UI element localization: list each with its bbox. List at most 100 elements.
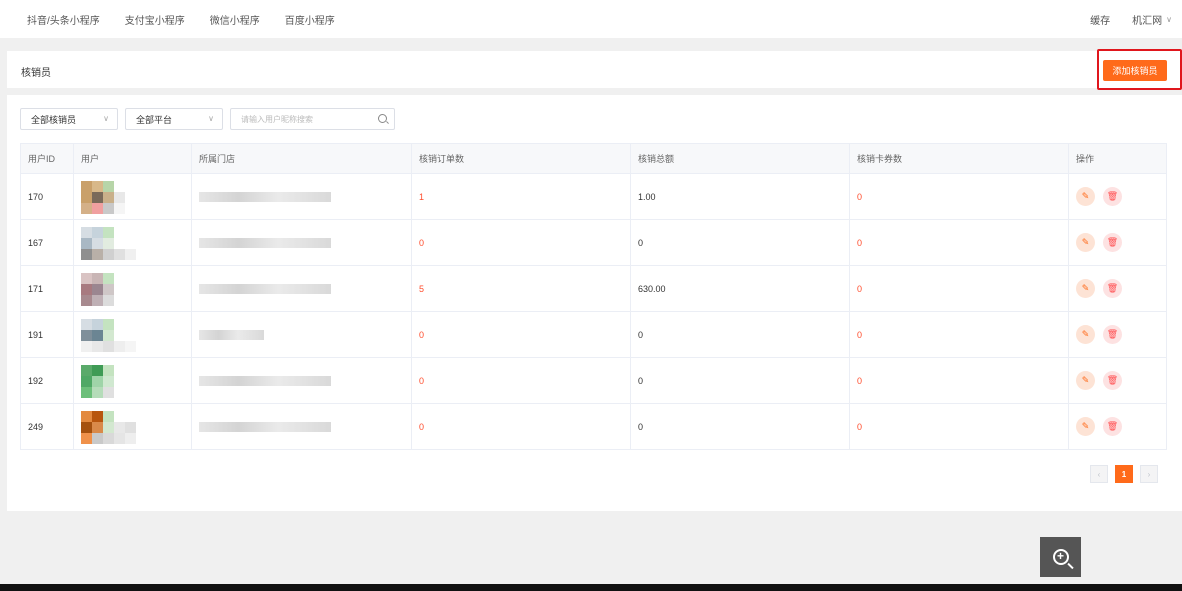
delete-icon[interactable]: 🗑 (1103, 279, 1122, 298)
store-cell (191, 311, 412, 358)
row-actions: ✎ 🗑 (1076, 233, 1166, 252)
delete-icon[interactable]: 🗑 (1103, 417, 1122, 436)
platform-nav: 抖音/头条小程序 支付宝小程序 微信小程序 百度小程序 (27, 12, 360, 27)
chevron-down-icon: ∨ (208, 114, 214, 123)
delete-icon[interactable]: 🗑 (1103, 371, 1122, 390)
delete-icon[interactable]: 🗑 (1103, 187, 1122, 206)
avatar (81, 180, 136, 214)
store-name-blurred (199, 283, 331, 294)
store-cell (191, 265, 412, 312)
store-name-blurred (199, 375, 331, 386)
role-select[interactable]: 全部核销员 ∨ (20, 108, 118, 130)
store-cell (191, 357, 412, 404)
avatar (81, 272, 136, 306)
user-id-cell: 249 (20, 403, 74, 450)
avatar (81, 364, 136, 398)
row-actions: ✎ 🗑 (1076, 279, 1166, 298)
total-cell: 0 (630, 357, 850, 404)
nav-item-douyin[interactable]: 抖音/头条小程序 (27, 12, 100, 27)
edit-icon[interactable]: ✎ (1076, 417, 1095, 436)
store-name-blurred (199, 329, 264, 340)
table-row: 171 5 630.00 0 ✎ 🗑 (20, 265, 1167, 312)
top-nav: 抖音/头条小程序 支付宝小程序 微信小程序 百度小程序 缓存 机汇网 ∨ (0, 0, 1182, 38)
platform-select[interactable]: 全部平台 ∨ (125, 108, 223, 130)
page-title: 核销员 (21, 68, 51, 79)
actions-cell: ✎ 🗑 (1068, 403, 1167, 450)
next-page-button[interactable]: › (1140, 465, 1158, 483)
orders-cell: 1 (411, 173, 631, 220)
actions-cell: ✎ 🗑 (1068, 265, 1167, 312)
store-name-blurred (199, 421, 331, 432)
table-row: 167 0 0 0 ✎ 🗑 (20, 219, 1167, 266)
cache-link[interactable]: 缓存 (1090, 12, 1110, 27)
user-id-cell: 170 (20, 173, 74, 220)
verifier-table: 用户ID 用户 所属门店 核销订单数 核销总额 核销卡券数 操作 170 1 1.0… (20, 143, 1167, 450)
user-cell (73, 403, 192, 450)
table-row: 191 0 0 0 ✎ 🗑 (20, 311, 1167, 358)
cards-cell: 0 (849, 403, 1069, 450)
user-id-cell: 192 (20, 357, 74, 404)
orders-cell: 0 (411, 403, 631, 450)
nav-item-wechat[interactable]: 微信小程序 (210, 12, 260, 27)
col-user-id: 用户ID (20, 143, 74, 174)
table-header-row: 用户ID 用户 所属门店 核销订单数 核销总额 核销卡券数 操作 (20, 143, 1167, 174)
row-actions: ✎ 🗑 (1076, 187, 1166, 206)
actions-cell: ✎ 🗑 (1068, 357, 1167, 404)
add-verifier-button[interactable]: 添加核销员 (1103, 60, 1167, 81)
pagination: ‹ 1 › (1090, 465, 1158, 483)
page-1-button[interactable]: 1 (1115, 465, 1133, 483)
table-row: 170 1 1.00 0 ✎ 🗑 (20, 173, 1167, 220)
edit-icon[interactable]: ✎ (1076, 325, 1095, 344)
zoom-in-icon: + (1052, 549, 1069, 565)
table-row: 249 0 0 0 ✎ 🗑 (20, 403, 1167, 450)
row-actions: ✎ 🗑 (1076, 371, 1166, 390)
user-cell (73, 219, 192, 266)
chevron-down-icon: ∨ (103, 114, 109, 123)
total-cell: 1.00 (630, 173, 850, 220)
col-user: 用户 (73, 143, 192, 174)
total-cell: 0 (630, 219, 850, 266)
search-icon[interactable] (378, 114, 387, 123)
role-select-value: 全部核销员 (31, 114, 77, 125)
table-row: 192 0 0 0 ✎ 🗑 (20, 357, 1167, 404)
nav-item-baidu[interactable]: 百度小程序 (285, 12, 335, 27)
delete-icon[interactable]: 🗑 (1103, 233, 1122, 252)
store-name-blurred (199, 237, 331, 248)
user-id-cell: 191 (20, 311, 74, 358)
orders-cell: 5 (411, 265, 631, 312)
row-actions: ✎ 🗑 (1076, 417, 1166, 436)
col-store: 所属门店 (191, 143, 412, 174)
store-name-blurred (199, 191, 331, 202)
edit-icon[interactable]: ✎ (1076, 279, 1095, 298)
actions-cell: ✎ 🗑 (1068, 173, 1167, 220)
cards-cell: 0 (849, 357, 1069, 404)
avatar (81, 410, 136, 444)
top-right-menu: 缓存 机汇网 ∨ (1090, 12, 1172, 27)
platform-select-value: 全部平台 (136, 114, 173, 125)
cards-cell: 0 (849, 219, 1069, 266)
user-id-cell: 167 (20, 219, 74, 266)
bottom-bar (0, 584, 1182, 591)
store-cell (191, 219, 412, 266)
user-cell (73, 173, 192, 220)
search-input[interactable] (231, 114, 371, 124)
user-id-cell: 171 (20, 265, 74, 312)
edit-icon[interactable]: ✎ (1076, 371, 1095, 390)
user-menu[interactable]: 机汇网 (1132, 12, 1162, 27)
total-cell: 630.00 (630, 265, 850, 312)
edit-icon[interactable]: ✎ (1076, 233, 1095, 252)
user-cell (73, 357, 192, 404)
nav-item-alipay[interactable]: 支付宝小程序 (125, 12, 185, 27)
chevron-down-icon: ∨ (1166, 15, 1172, 24)
prev-page-button[interactable]: ‹ (1090, 465, 1108, 483)
store-cell (191, 403, 412, 450)
total-cell: 0 (630, 311, 850, 358)
orders-cell: 0 (411, 311, 631, 358)
col-actions: 操作 (1068, 143, 1167, 174)
delete-icon[interactable]: 🗑 (1103, 325, 1122, 344)
orders-cell: 0 (411, 219, 631, 266)
user-cell (73, 265, 192, 312)
zoom-in-button[interactable]: + (1040, 537, 1081, 577)
edit-icon[interactable]: ✎ (1076, 187, 1095, 206)
avatar (81, 226, 136, 260)
